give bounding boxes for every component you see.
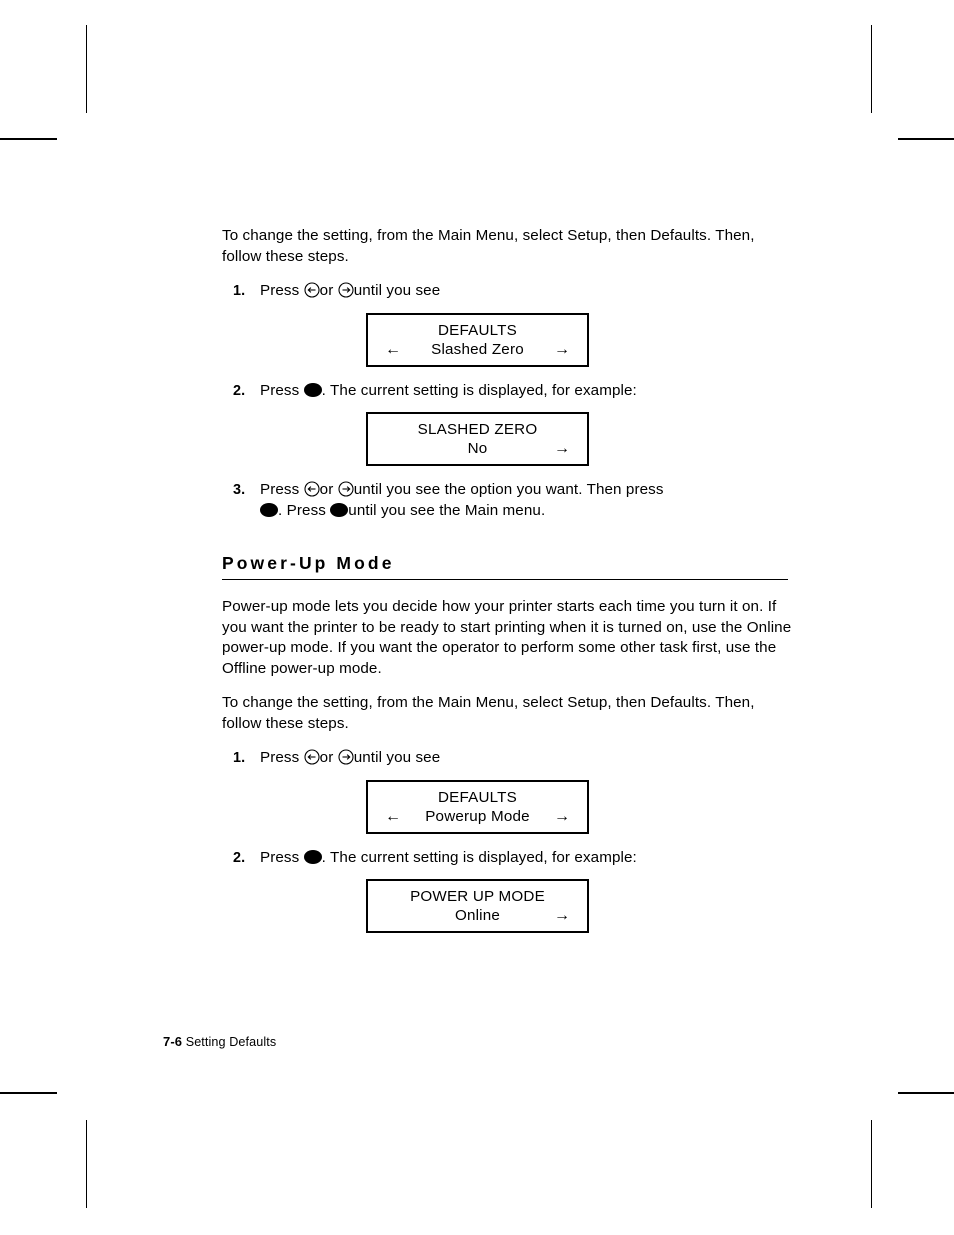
step-text-after: . The current setting is displayed, for … (321, 381, 637, 399)
step-line2-text-b: until you see the Main menu. (348, 501, 546, 519)
crop-mark-top-left-vertical (86, 25, 87, 113)
step-3-slashed-zero: 3. Press or until you see the option you … (222, 480, 792, 521)
step-text-before: Press (260, 749, 300, 766)
lcd-display-defaults-slashed-zero: DEFAULTS ← Slashed Zero → (366, 312, 589, 367)
left-arrow-button-icon (304, 749, 320, 765)
lcd-right-arrow-icon: → (554, 340, 570, 358)
step-text-after: until you see the option you want. Then … (353, 481, 664, 498)
lcd-line-1: SLASHED ZERO (417, 421, 538, 438)
step-2-slashed-zero: 2. Press . The current setting is display… (222, 381, 792, 402)
step-text-after: . The current setting is displayed, for … (321, 848, 637, 866)
crop-mark-top-right-horizontal (898, 138, 954, 140)
lcd-line-1: DEFAULTS (438, 788, 517, 806)
left-arrow-button-icon (304, 481, 320, 497)
crop-mark-top-left-horizontal (0, 138, 57, 140)
lcd-right-arrow-icon: → (554, 807, 570, 825)
step-number: 1. (233, 283, 246, 299)
right-arrow-button-icon (338, 481, 354, 497)
crop-mark-bottom-right-vertical (871, 1120, 872, 1208)
enter-button-icon (303, 849, 322, 864)
step-text-before: Press (260, 282, 300, 299)
right-arrow-button-icon (338, 282, 354, 298)
intro-paragraph-slashed-zero: To change the setting, from the Main Men… (222, 227, 755, 265)
enter-button-icon (330, 502, 349, 517)
document-content: To change the setting, from the Main Men… (222, 226, 792, 933)
step-1-power-up-mode: 1. Press or until you see (222, 748, 792, 769)
step-text-middle: or (319, 282, 334, 299)
intro-paragraph-power-up-mode: To change the setting, from the Main Men… (222, 694, 755, 732)
power-up-mode-description: Power-up mode lets you decide how your p… (222, 598, 792, 677)
step-text-before: Press (260, 848, 300, 866)
section-heading-power-up-mode: Power-Up Mode (222, 553, 788, 580)
step-line2-text-a: . Press (278, 501, 326, 519)
step-2-power-up-mode: 2. Press . The current setting is display… (222, 848, 792, 869)
step-text-after: until you see (353, 282, 441, 299)
step-text-before: Press (260, 481, 300, 498)
step-text-before: Press (260, 381, 300, 399)
lcd-line-1: DEFAULTS (438, 321, 517, 339)
footer-section-title: Setting Defaults (185, 1035, 277, 1049)
lcd-display-power-up-mode-setting: POWER UP MODE ← Online → (366, 879, 589, 933)
step-number: 2. (233, 382, 246, 399)
lcd-right-arrow-icon: → (554, 907, 570, 924)
step-number: 2. (233, 849, 246, 866)
step-text-middle: or (319, 481, 334, 498)
crop-mark-bottom-left-vertical (86, 1120, 87, 1208)
footer-page-number: 7-6 (163, 1034, 183, 1049)
step-text-middle: or (319, 749, 334, 766)
left-arrow-button-icon (304, 282, 320, 298)
right-arrow-button-icon (338, 749, 354, 765)
lcd-display-defaults-powerup-mode: DEFAULTS ← Powerup Mode → (366, 779, 589, 834)
lcd-line-1: POWER UP MODE (410, 888, 545, 905)
lcd-display-slashed-zero-setting: SLASHED ZERO ← No → (366, 412, 589, 466)
step-text-after: until you see (353, 749, 441, 766)
page-footer: 7-6 Setting Defaults (163, 1034, 276, 1049)
lcd-right-arrow-icon: → (554, 440, 570, 457)
step-number: 1. (233, 750, 246, 766)
enter-button-icon (260, 502, 278, 517)
step-number: 3. (233, 482, 246, 498)
crop-mark-bottom-left-horizontal (0, 1092, 57, 1094)
enter-button-icon (303, 382, 322, 397)
crop-mark-top-right-vertical (871, 25, 872, 113)
step-1-slashed-zero: 1. Press or until you see (222, 281, 792, 302)
crop-mark-bottom-right-horizontal (898, 1092, 954, 1094)
